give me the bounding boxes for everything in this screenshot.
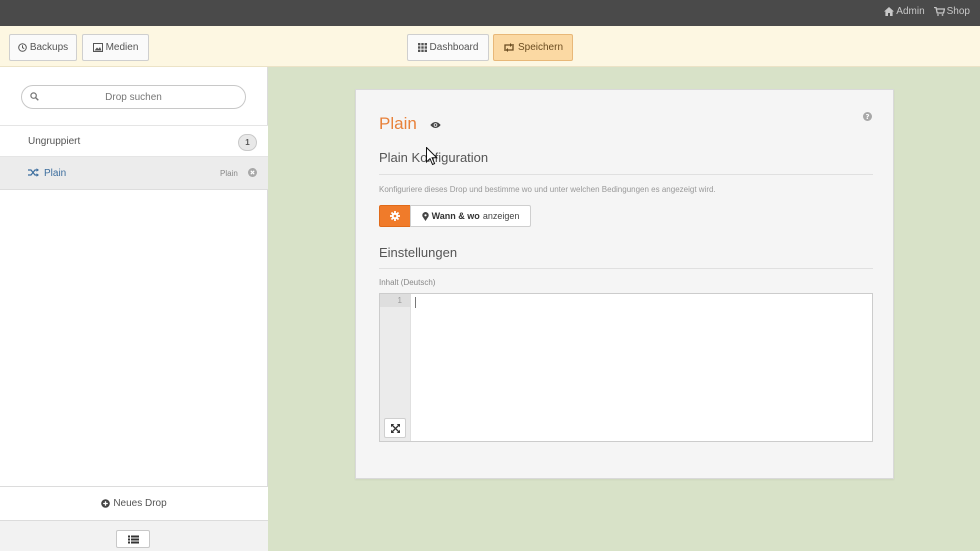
content-code-editor[interactable]: 1 — [379, 293, 873, 442]
new-drop-label: Neues Drop — [113, 498, 167, 509]
drop-item-plain[interactable]: Plain Plain — [0, 157, 268, 190]
cart-icon — [933, 7, 945, 16]
remove-icon[interactable] — [248, 168, 257, 177]
group-count-badge: 1 — [238, 134, 257, 151]
backups-label: Backups — [29, 42, 69, 53]
expand-icon — [390, 423, 400, 433]
text-caret — [415, 297, 416, 308]
dashboard-button[interactable]: Dashboard — [407, 34, 489, 61]
admin-label: Admin — [896, 6, 925, 17]
image-icon — [92, 43, 103, 52]
sidebar: Drop suchen Ungruppiert 1 Plain Plain Ne… — [0, 67, 268, 551]
settings-section-title: Einstellungen — [379, 245, 458, 260]
list-icon — [127, 535, 139, 543]
list-view-button[interactable] — [116, 530, 150, 548]
admin-link[interactable]: Admin — [884, 6, 925, 17]
drop-type: Plain — [220, 169, 238, 178]
group-label: Ungruppiert — [28, 136, 81, 147]
toolbar: Backups Medien Dashboard Speichern — [0, 26, 980, 67]
config-description: Konfiguriere dieses Drop und bestimme wo… — [379, 185, 716, 194]
when-where-bold: Wann & wo — [431, 211, 480, 221]
shop-link[interactable]: Shop — [933, 6, 970, 17]
dashboard-label: Dashboard — [429, 42, 479, 53]
grid-icon — [417, 43, 427, 52]
page-title: Plain — [379, 114, 417, 133]
medien-label: Medien — [105, 42, 139, 53]
configure-button[interactable] — [379, 205, 411, 227]
line-number: 1 — [397, 296, 402, 305]
eye-icon[interactable] — [430, 121, 441, 129]
backups-button[interactable]: Backups — [9, 34, 77, 61]
editor-gutter: 1 — [380, 294, 411, 441]
clock-icon — [18, 43, 27, 52]
top-bar: Admin Shop — [0, 0, 980, 26]
mouse-cursor-icon — [426, 147, 438, 166]
medien-button[interactable]: Medien — [82, 34, 149, 61]
svg-text:?: ? — [865, 113, 869, 121]
content-field-label: Inhalt (Deutsch) — [379, 278, 436, 287]
map-marker-icon — [421, 211, 429, 221]
search-input[interactable]: Drop suchen — [21, 85, 246, 109]
plus-circle-icon — [101, 499, 111, 508]
shop-label: Shop — [946, 6, 970, 17]
top-links: Admin Shop — [884, 6, 970, 17]
shuffle-icon — [28, 168, 39, 177]
search-placeholder: Drop suchen — [105, 92, 162, 103]
drop-name: Plain — [44, 168, 67, 179]
sidebar-bottom-bar — [0, 520, 268, 551]
settings-divider — [379, 268, 873, 269]
group-row-ungruppiert[interactable]: Ungruppiert 1 — [0, 125, 268, 157]
when-where-rest: anzeigen — [482, 211, 520, 221]
new-drop-button[interactable]: Neues Drop — [0, 486, 268, 520]
gear-icon — [390, 211, 400, 221]
save-button[interactable]: Speichern — [493, 34, 573, 61]
save-label: Speichern — [517, 42, 564, 53]
config-divider — [379, 174, 873, 175]
home-icon — [884, 7, 895, 16]
fullscreen-button[interactable] — [384, 418, 406, 438]
when-where-button[interactable]: Wann & wo anzeigen — [410, 205, 531, 227]
retweet-icon — [504, 43, 514, 52]
help-icon[interactable]: ? — [863, 112, 872, 121]
